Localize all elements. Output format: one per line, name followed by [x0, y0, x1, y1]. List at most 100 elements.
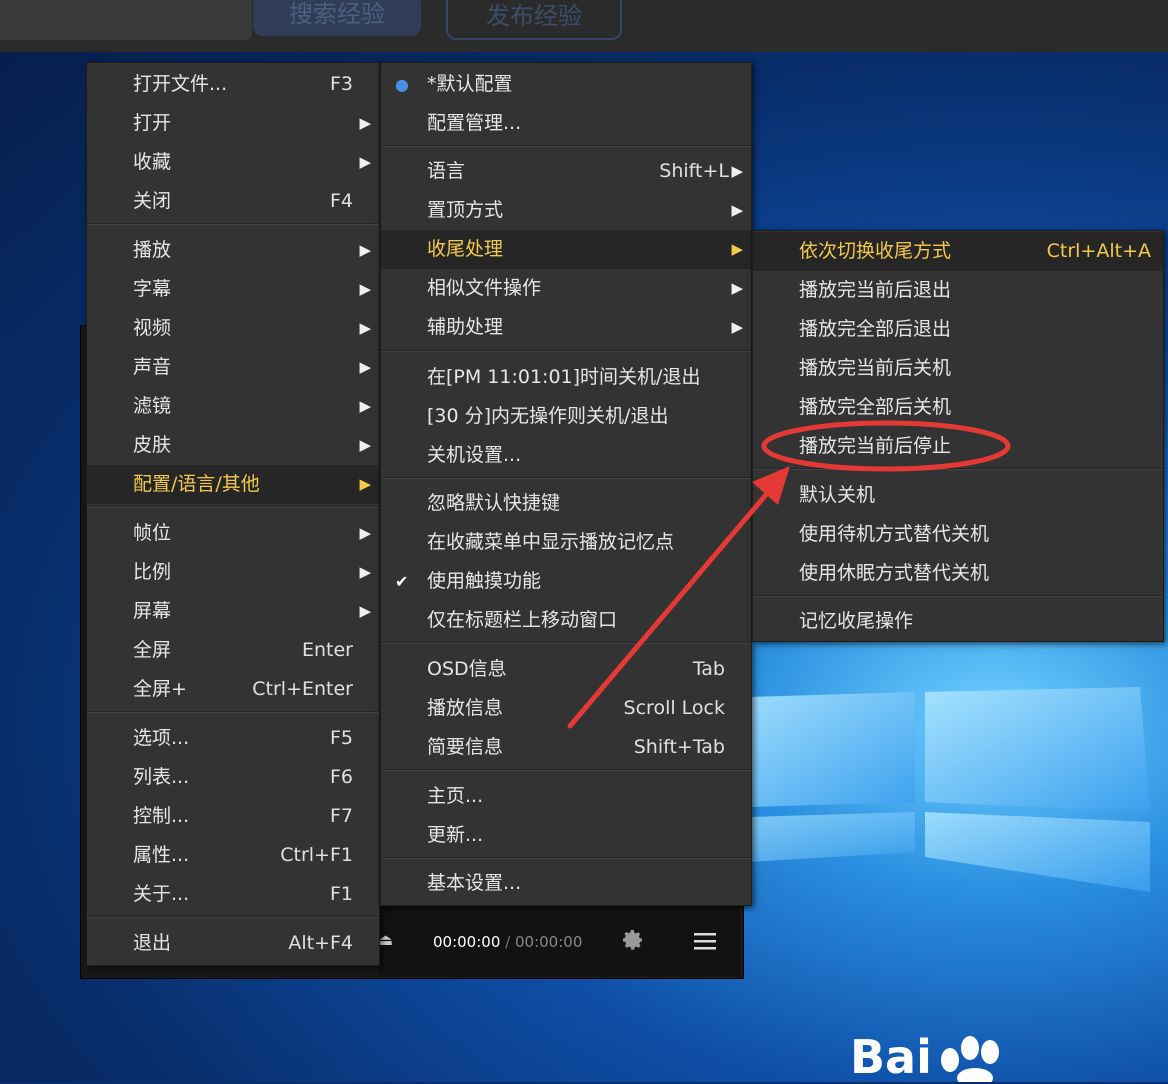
time-current: 00:00:00: [433, 933, 501, 951]
chevron-right-icon: ▶: [359, 319, 371, 337]
menu-item-similar-files[interactable]: 相似文件操作 ▶: [381, 269, 751, 308]
menu-item-video[interactable]: 视频 ▶: [87, 309, 379, 348]
chevron-right-icon: ▶: [731, 318, 743, 336]
menu-item-idle-shutdown[interactable]: [30 分]内无操作则关机/退出: [381, 397, 751, 436]
menu-item-skin[interactable]: 皮肤 ▶: [87, 426, 379, 465]
menu-item-playback-info[interactable]: 播放信息 Scroll Lock: [381, 689, 751, 728]
menu-item-assist[interactable]: 辅助处理 ▶: [381, 308, 751, 347]
menu-item-close[interactable]: 关闭 F4: [87, 182, 379, 221]
menu-item-hibernate-instead[interactable]: 使用休眠方式替代关机: [753, 554, 1163, 593]
menu-icon[interactable]: [694, 932, 716, 950]
menu-item-on-top[interactable]: 置顶方式 ▶: [381, 191, 751, 230]
menu-item-homepage[interactable]: 主页...: [381, 777, 751, 816]
menu-item-brief-info[interactable]: 简要信息 Shift+Tab: [381, 728, 751, 767]
menu-divider: [381, 769, 751, 771]
menu-item-fullscreen-plus[interactable]: 全屏+ Ctrl+Enter: [87, 670, 379, 709]
menu-item-ignore-shortcuts[interactable]: 忽略默认快捷键: [381, 484, 751, 523]
menu-item-shutdown-after-current[interactable]: 播放完当前后关机: [753, 349, 1163, 388]
gear-icon[interactable]: [621, 928, 645, 952]
chevron-right-icon: ▶: [731, 162, 743, 180]
menu-item-update[interactable]: 更新...: [381, 816, 751, 855]
search-button[interactable]: 搜索经验: [253, 0, 421, 36]
windows-logo: [750, 687, 1150, 892]
chevron-right-icon: ▶: [359, 436, 371, 454]
chevron-right-icon: ▶: [731, 240, 743, 258]
watermark-text: Bai: [850, 1030, 932, 1084]
menu-divider: [87, 711, 379, 713]
menu-item-play[interactable]: 播放 ▶: [87, 231, 379, 270]
menu-divider: [381, 642, 751, 644]
menu-divider: [381, 145, 751, 147]
menu-item-move-by-titlebar[interactable]: 仅在标题栏上移动窗口: [381, 601, 751, 640]
menu-item-default-shutdown[interactable]: 默认关机: [753, 476, 1163, 515]
top-toolbar: 搜索经验 发布经验: [0, 0, 1168, 52]
menu-item-exit-after-all[interactable]: 播放完全部后退出: [753, 310, 1163, 349]
main-context-menu: 打开文件... F3 打开 ▶ 收藏 ▶ 关闭 F4 播放 ▶ 字幕 ▶ 视频 ▶ 声音 ▶ 滤…: [86, 62, 380, 966]
menu-divider: [381, 477, 751, 479]
menu-item-stop-after-current[interactable]: 播放完当前后停止: [753, 427, 1163, 466]
menu-item-screen[interactable]: 屏幕 ▶: [87, 592, 379, 631]
menu-item-open[interactable]: 打开 ▶: [87, 104, 379, 143]
menu-item-filter[interactable]: 滤镜 ▶: [87, 387, 379, 426]
menu-item-properties[interactable]: 属性... Ctrl+F1: [87, 836, 379, 875]
menu-item-remember-ending[interactable]: 记忆收尾操作: [753, 602, 1163, 641]
config-submenu: ● *默认配置 配置管理... 语言 Shift+L ▶ 置顶方式 ▶ 收尾处理 ▶ 相似…: [380, 62, 752, 906]
time-separator: /: [505, 933, 511, 951]
menu-item-exit[interactable]: 退出 Alt+F4: [87, 924, 379, 963]
publish-button[interactable]: 发布经验: [446, 0, 622, 40]
chevron-right-icon: ▶: [359, 524, 371, 542]
menu-item-standby-instead[interactable]: 使用待机方式替代关机: [753, 515, 1163, 554]
menu-item-about[interactable]: 关于... F1: [87, 875, 379, 914]
menu-divider: [753, 468, 1163, 470]
menu-item-favorites[interactable]: 收藏 ▶: [87, 143, 379, 182]
chevron-right-icon: ▶: [359, 114, 371, 132]
eject-icon[interactable]: ⏏: [378, 930, 393, 949]
radio-dot-icon: ●: [395, 75, 409, 94]
time-total: 00:00:00: [515, 933, 583, 951]
chevron-right-icon: ▶: [359, 358, 371, 376]
chevron-right-icon: ▶: [359, 602, 371, 620]
chevron-right-icon: ▶: [359, 397, 371, 415]
menu-divider: [753, 595, 1163, 597]
menu-item-show-memory-points[interactable]: 在收藏菜单中显示播放记忆点: [381, 523, 751, 562]
ending-action-submenu: 依次切换收尾方式 Ctrl+Alt+A 播放完当前后退出 播放完全部后退出 播放完…: [752, 230, 1164, 642]
menu-item-control[interactable]: 控制... F7: [87, 797, 379, 836]
menu-item-use-touch[interactable]: ✔ 使用触摸功能: [381, 562, 751, 601]
menu-item-language[interactable]: 语言 Shift+L ▶: [381, 152, 751, 191]
menu-item-config-language-other[interactable]: 配置/语言/其他 ▶: [87, 465, 379, 504]
menu-item-timed-shutdown[interactable]: 在[PM 11:01:01]时间关机/退出: [381, 358, 751, 397]
menu-item-fullscreen[interactable]: 全屏 Enter: [87, 631, 379, 670]
chevron-right-icon: ▶: [359, 475, 371, 493]
menu-item-audio[interactable]: 声音 ▶: [87, 348, 379, 387]
checkmark-icon: ✔: [395, 572, 409, 591]
time-display: 00:00:00 / 00:00:00: [433, 933, 582, 951]
menu-item-default-config[interactable]: ● *默认配置: [381, 65, 751, 104]
menu-item-ratio[interactable]: 比例 ▶: [87, 553, 379, 592]
menu-item-playlist[interactable]: 列表... F6: [87, 758, 379, 797]
player-control-bar: ⏏ 00:00:00 / 00:00:00: [378, 906, 740, 976]
menu-item-ending-action[interactable]: 收尾处理 ▶: [381, 230, 751, 269]
menu-item-shutdown-after-all[interactable]: 播放完全部后关机: [753, 388, 1163, 427]
menu-item-cycle-ending[interactable]: 依次切换收尾方式 Ctrl+Alt+A: [753, 232, 1163, 271]
menu-divider: [381, 350, 751, 352]
menu-divider: [87, 223, 379, 225]
search-field[interactable]: [0, 0, 252, 40]
menu-item-exit-after-current[interactable]: 播放完当前后退出: [753, 271, 1163, 310]
menu-divider: [87, 506, 379, 508]
menu-item-basic-settings[interactable]: 基本设置...: [381, 864, 751, 903]
menu-item-open-file[interactable]: 打开文件... F3: [87, 65, 379, 104]
chevron-right-icon: ▶: [359, 563, 371, 581]
menu-item-config-manage[interactable]: 配置管理...: [381, 104, 751, 143]
menu-divider: [381, 857, 751, 859]
baidu-paw-icon: [941, 1036, 999, 1082]
menu-item-frame[interactable]: 帧位 ▶: [87, 514, 379, 553]
chevron-right-icon: ▶: [731, 279, 743, 297]
menu-item-osd-info[interactable]: OSD信息 Tab: [381, 650, 751, 689]
chevron-right-icon: ▶: [359, 241, 371, 259]
chevron-right-icon: ▶: [359, 280, 371, 298]
menu-item-options[interactable]: 选项... F5: [87, 719, 379, 758]
menu-item-subtitle[interactable]: 字幕 ▶: [87, 270, 379, 309]
menu-divider: [87, 916, 379, 918]
menu-item-shutdown-settings[interactable]: 关机设置...: [381, 436, 751, 475]
chevron-right-icon: ▶: [731, 201, 743, 219]
